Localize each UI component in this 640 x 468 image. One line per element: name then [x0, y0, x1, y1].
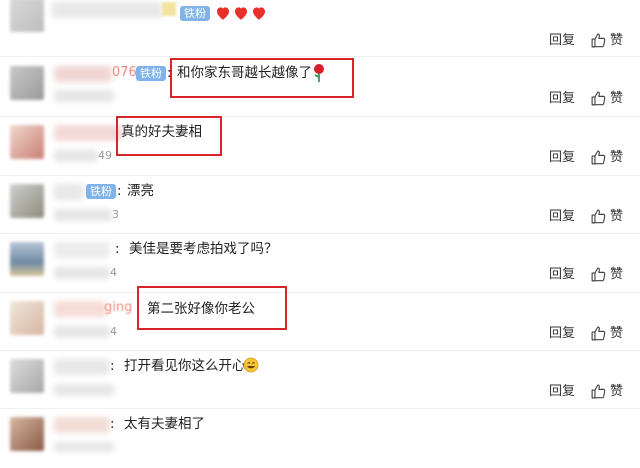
timestamp-blurred — [54, 442, 114, 452]
like-label: 赞 — [610, 209, 624, 224]
thumbs-up-icon — [591, 150, 606, 165]
username-blurred[interactable] — [52, 2, 162, 18]
like-label: 赞 — [610, 150, 624, 165]
avatar[interactable] — [10, 359, 44, 393]
timestamp-blurred — [54, 209, 112, 221]
highlight-box — [170, 58, 354, 98]
avatar[interactable] — [10, 66, 44, 100]
comment-row-5: : 美佳是要考虑拍戏了吗？ 4 回复 赞 — [0, 234, 640, 292]
reply-button[interactable]: 回复 — [549, 209, 575, 225]
timestamp-blurred — [54, 326, 110, 338]
timestamp-blurred — [54, 384, 114, 396]
like-label: 赞 — [610, 326, 624, 341]
reply-button[interactable]: 回复 — [549, 91, 575, 107]
comment-text: 漂亮 — [127, 183, 154, 199]
reply-button[interactable]: 回复 — [549, 326, 575, 342]
like-button[interactable]: 赞 — [590, 149, 630, 167]
reply-button[interactable]: 回复 — [549, 150, 575, 166]
thumbs-up-icon — [591, 33, 606, 48]
comment-row-4: 铁粉 : 漂亮 3 回复 赞 — [0, 176, 640, 234]
like-label: 赞 — [610, 384, 624, 399]
timestamp-suffix: 4 — [110, 266, 117, 279]
comment-text — [214, 4, 268, 26]
username-blurred[interactable] — [54, 66, 112, 82]
thumbs-up-icon — [591, 384, 606, 399]
divider — [0, 56, 640, 57]
like-label: 赞 — [610, 91, 624, 106]
avatar[interactable] — [10, 242, 44, 276]
thumbs-up-icon — [591, 326, 606, 341]
timestamp-suffix: 4 — [110, 325, 117, 338]
like-button[interactable]: 赞 — [590, 325, 630, 343]
heart-icon — [235, 7, 247, 20]
avatar[interactable] — [10, 184, 44, 218]
avatar[interactable] — [10, 417, 44, 451]
comment-text: 打开看见你这么开心 — [124, 358, 246, 374]
fan-badge: 铁粉 — [136, 66, 166, 81]
comment-row-8: : 太有夫妻相了 — [0, 409, 640, 467]
like-button[interactable]: 赞 — [590, 90, 630, 108]
avatar[interactable] — [10, 301, 44, 335]
medal-icon — [162, 2, 176, 16]
fan-badge: 铁粉 — [86, 184, 116, 199]
username-suffix[interactable]: ging — [104, 300, 132, 316]
heart-icon — [253, 7, 265, 20]
timestamp-blurred — [54, 150, 98, 162]
comment-row-7: : 打开看见你这么开心 回复 赞 — [0, 351, 640, 409]
avatar[interactable] — [10, 125, 44, 159]
timestamp-blurred — [54, 267, 110, 279]
username-blurred[interactable] — [54, 125, 122, 141]
reply-button[interactable]: 回复 — [549, 267, 575, 283]
comment-text: 美佳是要考虑拍戏了吗？ — [129, 241, 278, 257]
thumbs-up-icon — [591, 209, 606, 224]
grinning-face-icon — [243, 357, 259, 373]
comment-colon: : — [110, 416, 115, 432]
username-suffix[interactable]: 076 — [112, 65, 137, 81]
like-label: 赞 — [610, 33, 624, 48]
comment-colon: : — [110, 358, 115, 374]
heart-icon — [217, 7, 229, 20]
timestamp-suffix: 3 — [112, 208, 119, 221]
like-button[interactable]: 赞 — [590, 208, 630, 226]
fan-badge: 铁粉 — [180, 6, 210, 21]
timestamp-blurred — [54, 90, 114, 102]
thumbs-up-icon — [591, 91, 606, 106]
comment-text: 太有夫妻相了 — [124, 416, 205, 432]
like-button[interactable]: 赞 — [590, 266, 630, 284]
username-blurred[interactable] — [54, 242, 110, 258]
avatar[interactable] — [10, 0, 44, 32]
like-button[interactable]: 赞 — [590, 383, 630, 401]
comment-row-6: ging 第二张好像你老公 4 回复 赞 — [0, 293, 640, 351]
username-blurred[interactable] — [54, 417, 110, 433]
highlight-box — [116, 116, 222, 156]
like-button[interactable]: 赞 — [590, 32, 630, 50]
comment-row-3: 真的好夫妻相 49 回复 赞 — [0, 117, 640, 175]
username-blurred[interactable] — [54, 301, 106, 317]
timestamp-suffix: 49 — [98, 149, 112, 162]
username-blurred[interactable] — [54, 184, 84, 200]
comment-colon: : — [115, 241, 120, 257]
reply-button[interactable]: 回复 — [549, 33, 575, 49]
comment-colon: : — [117, 183, 122, 199]
thumbs-up-icon — [591, 267, 606, 282]
like-label: 赞 — [610, 267, 624, 282]
reply-button[interactable]: 回复 — [549, 384, 575, 400]
username-blurred[interactable] — [54, 359, 110, 375]
highlight-box — [137, 286, 287, 330]
comment-row-1: 铁粉 回复 赞 — [0, 0, 640, 48]
